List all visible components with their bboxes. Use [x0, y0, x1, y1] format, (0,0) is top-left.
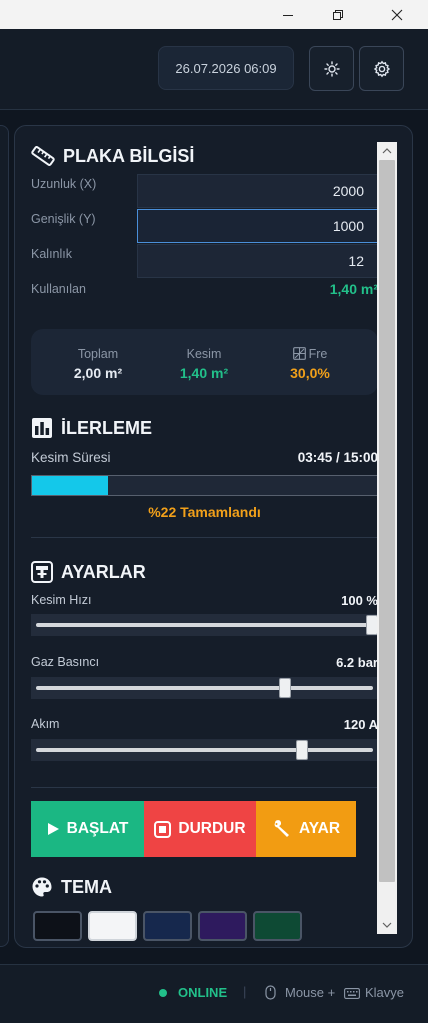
durdur-button[interactable]: DURDUR: [144, 801, 256, 857]
gaz-basinci-value: 6.2 bar: [336, 655, 378, 670]
ruler-icon: [31, 146, 55, 166]
scroll-down-button[interactable]: [377, 917, 397, 934]
akim-thumb[interactable]: [295, 740, 308, 760]
uzunluk-input[interactable]: 2000: [137, 174, 378, 208]
akim-label: Akım: [31, 717, 60, 731]
input-mouse-label: Mouse +: [285, 985, 336, 1000]
chevron-up-icon: [382, 148, 392, 154]
tema-section-title: TEMA: [31, 876, 112, 898]
brightness-button[interactable]: [309, 46, 354, 91]
divider-ilerleme: [31, 537, 378, 538]
baslat-label: BAŞLAT: [66, 820, 129, 837]
genislik-input[interactable]: 1000: [137, 209, 378, 243]
kesim-suresi-label: Kesim Süresi: [31, 450, 111, 465]
ilerleme-section-title: İLERLEME: [31, 417, 152, 439]
keyboard-icon: [344, 988, 360, 999]
theme-swatch-green[interactable]: [253, 911, 302, 941]
close-button[interactable]: [377, 0, 417, 29]
kullanilan-value: 1,40 m²: [329, 281, 378, 297]
status-bar: ONLINE | Mouse + Klavye: [0, 964, 428, 1023]
sun-icon: [323, 60, 340, 77]
mouse-icon: [265, 985, 276, 1000]
progress-text: %22 Tamamlandı: [148, 504, 261, 520]
control-panel: PLAKA BİLGİSİ Uzunluk (X) 2000 Genişlik …: [14, 125, 413, 948]
uzunluk-label: Uzunluk (X): [31, 177, 97, 191]
akim-value: 120 A: [343, 717, 378, 732]
kesim-hizi-label: Kesim Hızı: [31, 593, 92, 607]
progress-fill: [32, 476, 108, 495]
theme-swatch-blue[interactable]: [143, 911, 192, 941]
waste-grid-icon: [292, 347, 306, 360]
theme-swatch-purple[interactable]: [198, 911, 247, 941]
kesim-stat: Kesim 1,40 m²: [149, 329, 259, 381]
fire-value: 30,0%: [290, 365, 330, 381]
divider-ayarlar: [31, 787, 378, 788]
toplam-label: Toplam: [77, 347, 119, 361]
fire-label: Fre: [308, 347, 328, 361]
progress-chart-icon: [32, 418, 52, 438]
genislik-label: Genişlik (Y): [31, 212, 96, 226]
left-panel-edge: [0, 125, 9, 947]
progress-bar: [31, 475, 378, 496]
minimize-button[interactable]: [268, 0, 308, 29]
play-icon: [47, 823, 59, 835]
status-separator: |: [243, 984, 247, 999]
fire-label-row: Fre: [255, 347, 365, 361]
fire-stat: Fre 30,0%: [255, 329, 365, 381]
chevron-down-icon: [382, 922, 392, 928]
ilerleme-title-text: İLERLEME: [61, 417, 153, 438]
panel-scrollbar[interactable]: [377, 142, 397, 934]
ayar-button[interactable]: AYAR: [256, 801, 356, 857]
input-keyboard-label: Klavye: [365, 985, 405, 1000]
close-icon: [391, 9, 403, 20]
scroll-thumb[interactable]: [379, 160, 395, 882]
theme-swatch-light[interactable]: [88, 911, 137, 941]
datetime-display: 26.07.2026 06:09: [158, 46, 294, 90]
ayarlar-title-text: AYARLAR: [61, 561, 146, 582]
durdur-label: DURDUR: [178, 820, 246, 837]
settings-sliders-icon: [31, 561, 53, 583]
settings-button[interactable]: [359, 46, 404, 91]
online-status: ONLINE: [178, 985, 228, 1000]
kesim-label: Kesim: [186, 347, 222, 361]
toplam-value: 2,00 m²: [73, 365, 123, 381]
stop-icon: [154, 820, 172, 838]
gear-icon: [373, 60, 390, 77]
kesim-suresi-value: 03:45 / 15:00: [297, 450, 378, 465]
maximize-button[interactable]: [318, 0, 358, 29]
palette-icon: [32, 877, 52, 897]
gaz-basinci-track: [36, 686, 373, 690]
gaz-basinci-thumb[interactable]: [278, 678, 291, 698]
gaz-basinci-slider[interactable]: [31, 677, 378, 699]
kesim-hizi-slider[interactable]: [31, 614, 378, 636]
wrench-icon: [274, 820, 289, 837]
restore-icon: [333, 9, 343, 20]
plaka-section-title: PLAKA BİLGİSİ: [31, 145, 194, 167]
kalinlik-input[interactable]: 12: [137, 244, 378, 278]
toplam-stat: Toplam 2,00 m²: [43, 329, 153, 381]
online-indicator-dot: [159, 989, 167, 997]
tema-title-text: TEMA: [61, 876, 112, 897]
minimize-icon: [283, 14, 293, 16]
baslat-button[interactable]: BAŞLAT: [31, 801, 144, 857]
theme-swatch-dark[interactable]: [33, 911, 82, 941]
stats-box: Toplam 2,00 m² Kesim 1,40 m² Fre 30,0%: [31, 329, 378, 395]
plaka-title-text: PLAKA BİLGİSİ: [63, 145, 195, 166]
kesim-hizi-value: 100 %: [341, 593, 378, 608]
kalinlik-label: Kalınlık: [31, 247, 72, 261]
kesim-value: 1,40 m²: [179, 365, 229, 381]
ayarlar-section-title: AYARLAR: [31, 561, 146, 583]
scroll-up-button[interactable]: [377, 142, 397, 159]
window-title-bar: [0, 0, 428, 29]
akim-slider[interactable]: [31, 739, 378, 761]
akim-track: [36, 748, 373, 752]
kullanilan-label: Kullanılan: [31, 282, 86, 296]
gaz-basinci-label: Gaz Basıncı: [31, 655, 100, 669]
kesim-hizi-track: [36, 623, 373, 627]
ayar-label: AYAR: [298, 820, 341, 837]
